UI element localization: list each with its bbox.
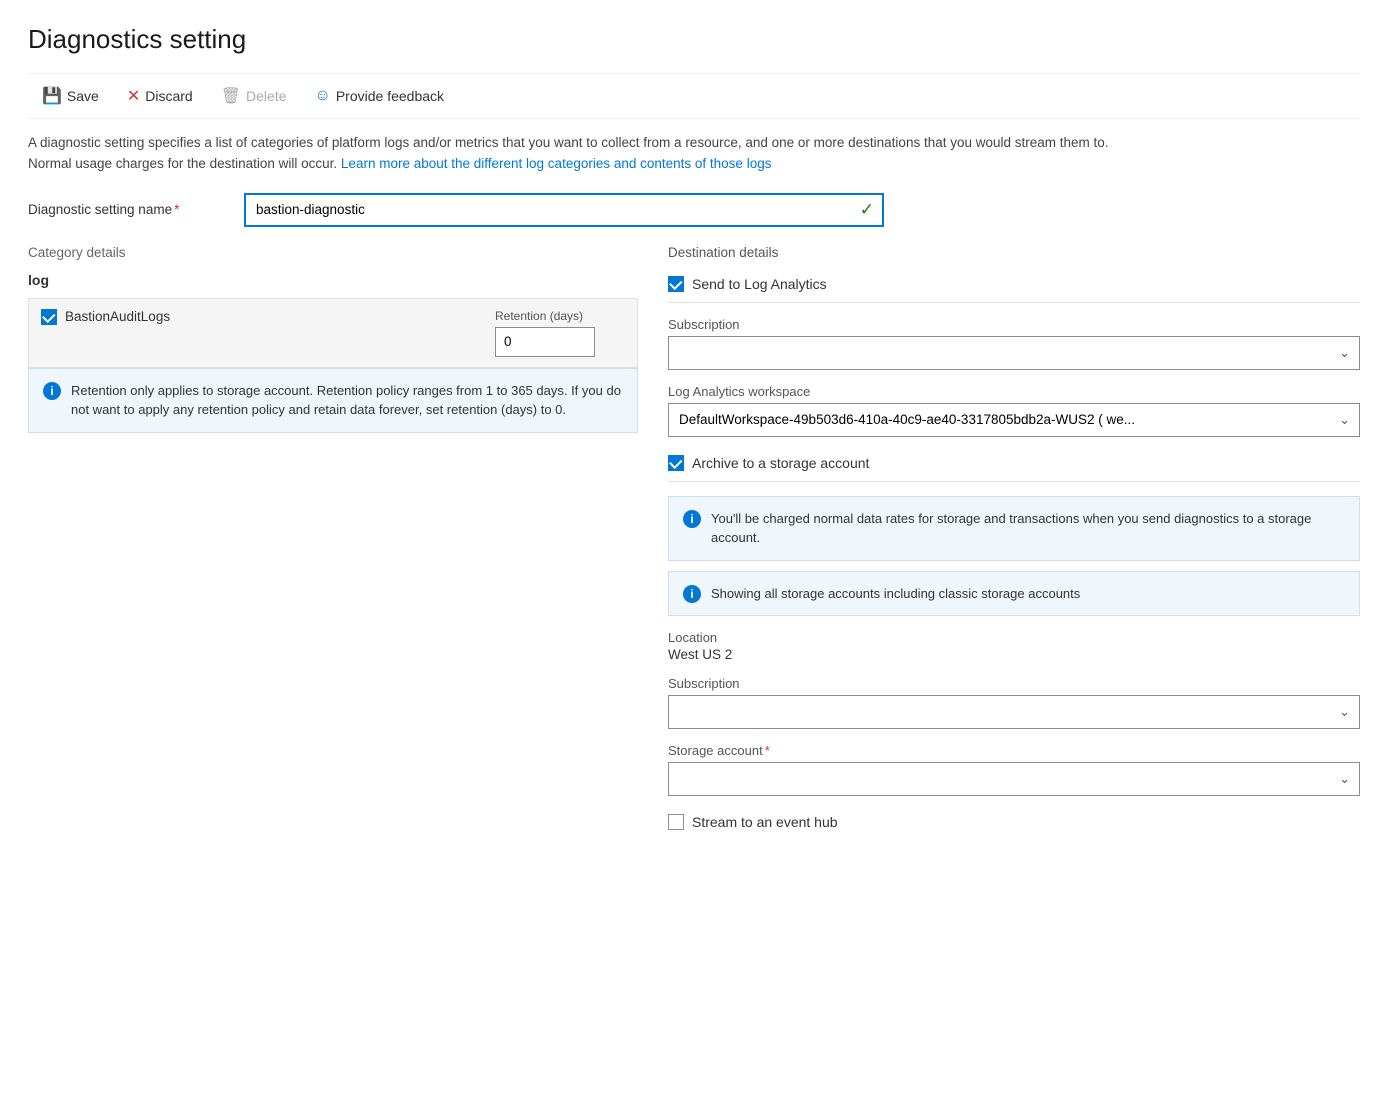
workspace-wrapper: Log Analytics workspace DefaultWorkspace… (668, 384, 1360, 437)
storage-account-select-container: ⌄ (668, 762, 1360, 796)
retention-info-text: Retention only applies to storage accoun… (71, 381, 623, 420)
description-text: A diagnostic setting specifies a list of… (28, 133, 1128, 175)
category-details-section: Category details log BastionAuditLogs Re… (28, 245, 638, 831)
subscription-wrapper-storage: Subscription ⌄ (668, 676, 1360, 729)
retention-input[interactable] (495, 327, 595, 357)
storage-info-text-1: You'll be charged normal data rates for … (711, 509, 1345, 548)
location-label: Location (668, 630, 1360, 645)
storage-account-header: Archive to a storage account (668, 455, 1360, 482)
diagnostic-name-wrapper: ✓ (244, 193, 884, 227)
event-hub-row: Stream to an event hub (668, 814, 1360, 830)
feedback-button[interactable]: ☺ Provide feedback (301, 83, 459, 109)
bastion-audit-logs-label: BastionAuditLogs (65, 309, 170, 324)
storage-account-section: Archive to a storage account i You'll be… (668, 455, 1360, 797)
delete-button[interactable]: 🗑 Delete (207, 82, 301, 110)
main-content: Category details log BastionAuditLogs Re… (28, 245, 1360, 831)
log-section-title: log (28, 272, 638, 288)
workspace-label: Log Analytics workspace (668, 384, 1360, 399)
storage-info-icon-1: i (683, 510, 701, 528)
destination-details-title: Destination details (668, 245, 1360, 260)
category-details-title: Category details (28, 245, 638, 260)
subscription-label-storage: Subscription (668, 676, 1360, 691)
storage-info-box-2: i Showing all storage accounts including… (668, 571, 1360, 617)
workspace-select[interactable]: DefaultWorkspace-49b503d6-410a-40c9-ae40… (668, 403, 1360, 437)
diagnostic-name-label: Diagnostic setting name* (28, 202, 228, 217)
log-analytics-header: Send to Log Analytics (668, 276, 1360, 303)
subscription-select-analytics[interactable] (668, 336, 1360, 370)
storage-account-checkbox[interactable] (668, 455, 684, 471)
bastion-audit-logs-checkbox[interactable] (41, 309, 57, 325)
storage-info-text-2: Showing all storage accounts including c… (711, 584, 1080, 604)
discard-icon: ✕ (127, 86, 140, 106)
delete-icon: 🗑 (221, 86, 241, 106)
event-hub-checkbox[interactable] (668, 814, 684, 830)
storage-account-select[interactable] (668, 762, 1360, 796)
learn-more-link[interactable]: Learn more about the different log categ… (341, 156, 772, 171)
diagnostic-name-input[interactable] (244, 193, 884, 227)
log-row: BastionAuditLogs Retention (days) (28, 298, 638, 368)
log-analytics-section: Send to Log Analytics Subscription ⌄ Log… (668, 276, 1360, 437)
toolbar: 💾 Save ✕ Discard 🗑 Delete ☺ Provide feed… (28, 73, 1360, 119)
storage-account-label: Archive to a storage account (692, 455, 869, 471)
subscription-select-container-storage: ⌄ (668, 695, 1360, 729)
retention-label: Retention (days) (495, 309, 583, 323)
storage-account-select-label: Storage account* (668, 743, 1360, 758)
valid-check-icon: ✓ (860, 200, 874, 220)
storage-account-select-wrapper: Storage account* ⌄ (668, 743, 1360, 796)
save-button[interactable]: 💾 Save (28, 82, 113, 110)
save-icon: 💾 (42, 86, 62, 106)
destination-details-section: Destination details Send to Log Analytic… (638, 245, 1360, 831)
feedback-icon: ☺ (315, 87, 331, 105)
log-analytics-label: Send to Log Analytics (692, 276, 827, 292)
diagnostic-name-row: Diagnostic setting name* ✓ (28, 193, 1360, 227)
retention-info-box: i Retention only applies to storage acco… (28, 368, 638, 433)
subscription-label-analytics: Subscription (668, 317, 1360, 332)
log-checkbox-area: BastionAuditLogs (41, 309, 495, 325)
location-value: West US 2 (668, 647, 1360, 662)
storage-info-box-1: i You'll be charged normal data rates fo… (668, 496, 1360, 561)
subscription-select-container-analytics: ⌄ (668, 336, 1360, 370)
subscription-wrapper-analytics: Subscription ⌄ (668, 317, 1360, 370)
event-hub-label: Stream to an event hub (692, 814, 838, 830)
log-analytics-checkbox[interactable] (668, 276, 684, 292)
retention-area: Retention (days) (495, 309, 625, 357)
discard-button[interactable]: ✕ Discard (113, 82, 207, 110)
workspace-select-container: DefaultWorkspace-49b503d6-410a-40c9-ae40… (668, 403, 1360, 437)
info-icon: i (43, 382, 61, 400)
subscription-select-storage[interactable] (668, 695, 1360, 729)
page-title: Diagnostics setting (28, 24, 1360, 55)
storage-info-icon-2: i (683, 585, 701, 603)
